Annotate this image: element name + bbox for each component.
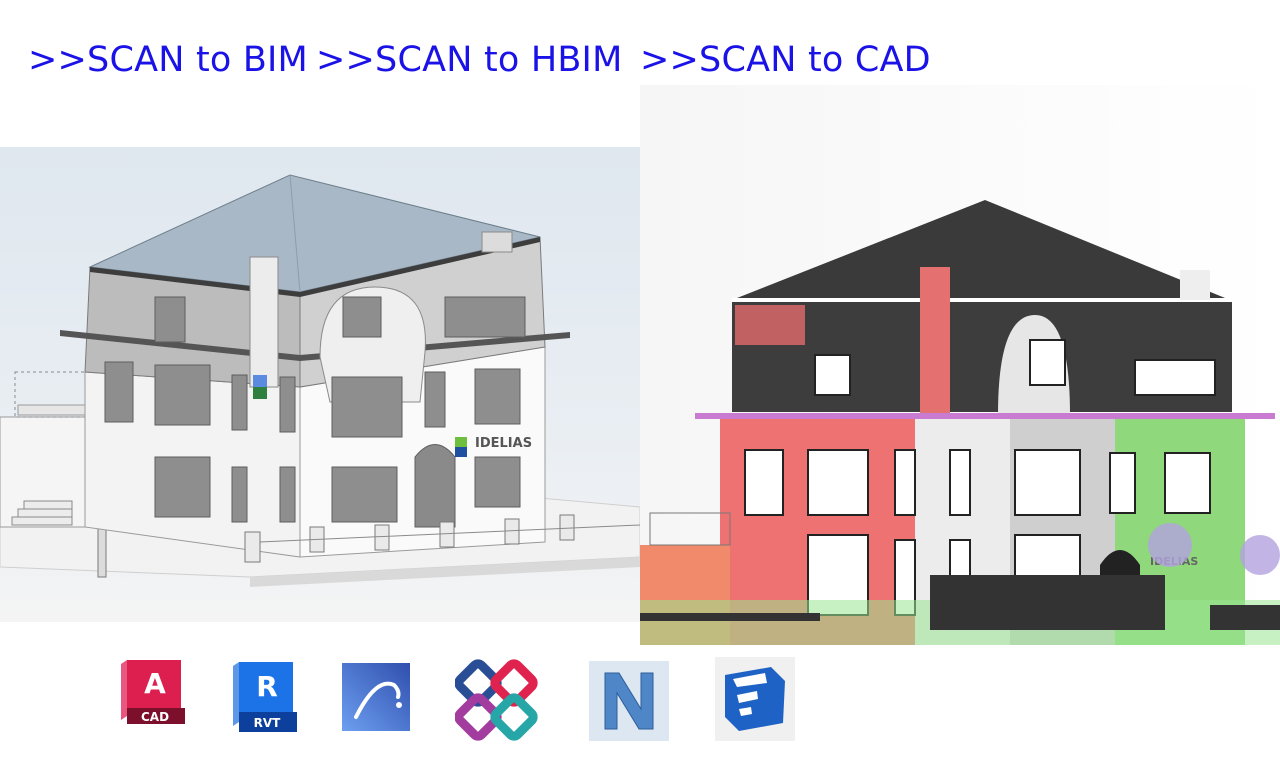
scan-to-hbim-link[interactable]: >>SCAN to HBIM [316, 40, 622, 80]
svg-text:RVT: RVT [254, 716, 282, 730]
scan-to-cad-link[interactable]: >>SCAN to CAD [640, 40, 931, 80]
autocad-logo: A CAD [121, 660, 187, 730]
bim-model-image: IDELIAS [0, 147, 640, 622]
archicad-logo [342, 663, 410, 735]
sketchup-logo [715, 657, 795, 745]
svg-text:CAD: CAD [141, 710, 169, 724]
revit-logo: R RVT [233, 660, 299, 738]
ifc-logo [454, 658, 539, 746]
bim-sign-text: IDELIAS [475, 436, 532, 451]
svg-text:R: R [256, 670, 278, 703]
bim-building-illustration: IDELIAS [0, 174, 640, 587]
point-cloud-illustration: IDELIAS [640, 200, 1280, 645]
point-cloud-image: IDELIAS [640, 85, 1280, 645]
scan-to-bim-link[interactable]: >>SCAN to BIM [28, 40, 308, 80]
navisworks-logo [589, 661, 669, 745]
svg-text:A: A [144, 667, 166, 700]
